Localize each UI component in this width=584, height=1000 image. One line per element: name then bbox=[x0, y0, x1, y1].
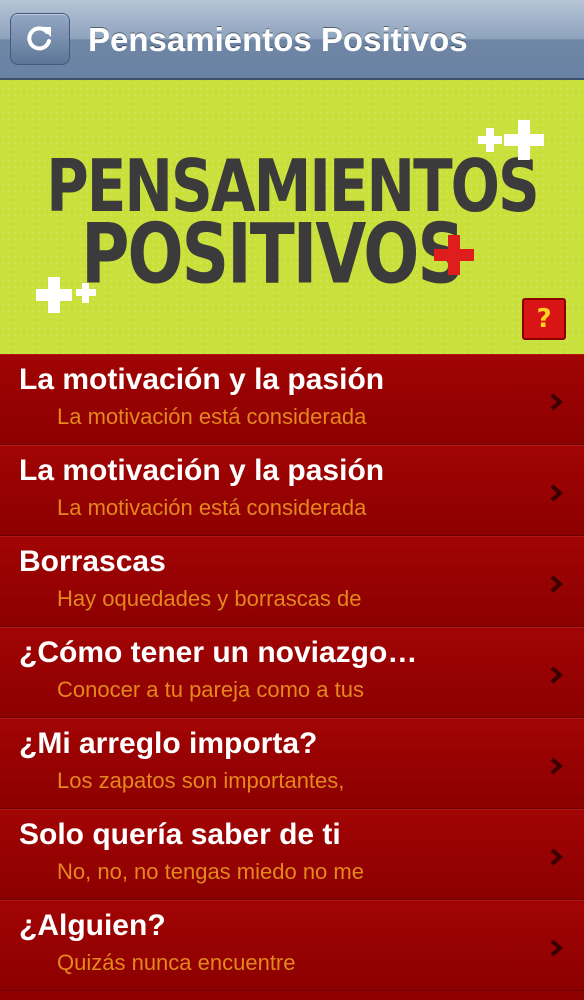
white-plus-decoration-bottom bbox=[36, 277, 96, 313]
chevron-right-icon bbox=[550, 484, 564, 502]
chevron-right-icon bbox=[550, 575, 564, 593]
list-item-title: La motivación y la pasión bbox=[19, 454, 385, 487]
list-item-subtitle: La motivación está considerada bbox=[57, 404, 367, 429]
list-item-title: ¿Mi arreglo importa? bbox=[19, 727, 318, 760]
chevron-right-icon bbox=[550, 666, 564, 684]
red-plus-icon bbox=[434, 235, 474, 275]
page-title: Pensamientos Positivos bbox=[88, 21, 468, 58]
refresh-icon bbox=[27, 26, 51, 51]
white-plus-decoration-top bbox=[478, 120, 544, 160]
list-item[interactable]: ¿Mi arreglo importa? Los zapatos son imp… bbox=[0, 718, 584, 809]
chevron-right-icon bbox=[550, 757, 564, 775]
help-button[interactable]: ? bbox=[522, 298, 566, 340]
list-item-title: ¿Alguien? bbox=[19, 909, 166, 942]
list-item[interactable]: Borrascas Hay oquedades y borrascas de bbox=[0, 536, 584, 627]
list-item-subtitle: Hay oquedades y borrascas de bbox=[57, 586, 362, 611]
chevron-right-icon bbox=[550, 848, 564, 866]
list-item-subtitle: Conocer a tu pareja como a tus bbox=[57, 677, 364, 702]
list-item-title: Borrascas bbox=[19, 545, 166, 578]
banner: PENSAMIENTOS POSITIVOS ? bbox=[0, 80, 584, 354]
navigation-bar: Pensamientos Positivos bbox=[0, 0, 584, 80]
list-item-title: La motivación y la pasión bbox=[19, 363, 385, 396]
chevron-right-icon bbox=[550, 393, 564, 411]
help-icon: ? bbox=[536, 304, 552, 334]
list-item-subtitle: La motivación está considerada bbox=[57, 495, 367, 520]
list-item-subtitle: No, no, no tengas miedo no me bbox=[57, 859, 364, 884]
thoughts-list: La motivación y la pasión La motivación … bbox=[0, 354, 584, 991]
list-item-title: Solo quería saber de ti bbox=[19, 818, 341, 851]
list-item-subtitle: Quizás nunca encuentre bbox=[57, 950, 296, 975]
list-item[interactable]: La motivación y la pasión La motivación … bbox=[0, 354, 584, 445]
list-item[interactable]: La motivación y la pasión La motivación … bbox=[0, 445, 584, 536]
refresh-button[interactable] bbox=[10, 13, 70, 65]
chevron-right-icon bbox=[550, 939, 564, 957]
list-item-subtitle: Los zapatos son importantes, bbox=[57, 768, 345, 793]
list-item-title: ¿Cómo tener un noviazgo… bbox=[19, 636, 418, 669]
list-item[interactable]: ¿Cómo tener un noviazgo… Conocer a tu pa… bbox=[0, 627, 584, 718]
list-item[interactable]: Solo quería saber de ti No, no, no tenga… bbox=[0, 809, 584, 900]
list-item[interactable]: ¿Alguien? Quizás nunca encuentre bbox=[0, 900, 584, 991]
